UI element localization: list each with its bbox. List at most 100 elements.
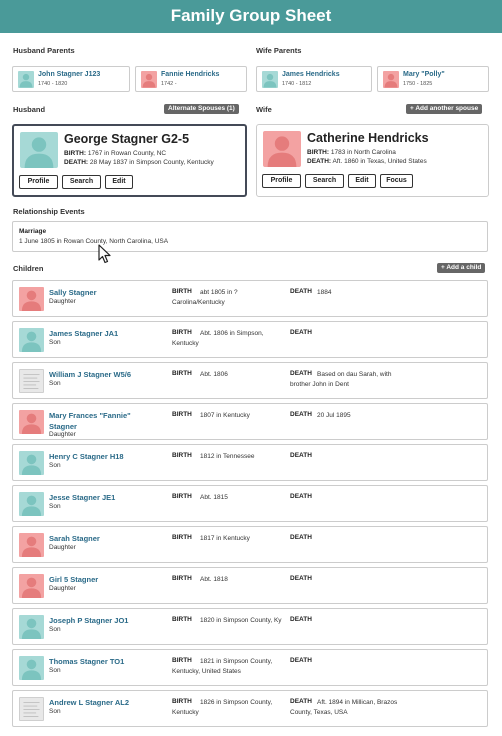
- search-button[interactable]: Search: [62, 175, 101, 189]
- parent-name[interactable]: Fannie Hendricks: [161, 71, 219, 78]
- photo-thumbnail-icon: [19, 369, 44, 393]
- avatar-icon: [262, 71, 278, 88]
- children-label: Children: [13, 264, 44, 273]
- add-spouse-button[interactable]: + Add another spouse: [406, 104, 483, 114]
- child-role: Son: [49, 667, 61, 674]
- birth-label: BIRTH:: [64, 150, 87, 157]
- photo-thumbnail-icon: [19, 697, 44, 721]
- child-name[interactable]: Andrew L Stagner AL2: [49, 697, 149, 708]
- child-row[interactable]: William J Stagner W5/6 Son BIRTH Abt. 1806 D…: [12, 362, 488, 399]
- child-row[interactable]: James Stagner JA1 Son BIRTH Abt. 1806 in Si…: [12, 321, 488, 358]
- death-label: DEATH:: [64, 159, 89, 166]
- birth-value: 1767 in Rowan County, NC: [87, 150, 167, 157]
- event-type: Marriage: [19, 228, 47, 235]
- avatar-icon: [263, 131, 301, 167]
- wife-name[interactable]: Catherine Hendricks: [307, 131, 429, 145]
- child-role: Daughter: [49, 585, 76, 592]
- avatar-icon: [383, 71, 399, 88]
- avatar-icon: [19, 656, 44, 680]
- birth-value: 1807 in Kentucky: [200, 412, 250, 419]
- child-name[interactable]: Sarah Stagner: [49, 533, 149, 544]
- birth-label: BIRTH:: [307, 149, 330, 156]
- birth-value: Abt. 1806 in Simpson, Kentucky: [172, 330, 264, 347]
- child-name[interactable]: William J Stagner W5/6: [49, 369, 149, 380]
- child-row[interactable]: Joseph P Stagner JO1 Son BIRTH 1820 in Simp…: [12, 608, 488, 645]
- parent-dates: 1740 - 1812: [282, 81, 312, 87]
- profile-button[interactable]: Profile: [262, 174, 301, 188]
- death-label: DEATH: [290, 616, 312, 623]
- child-name[interactable]: Joseph P Stagner JO1: [49, 615, 149, 626]
- death-value: 28 May 1837 in Simpson County, Kentucky: [89, 159, 214, 166]
- child-row[interactable]: Jesse Stagner JE1 Son BIRTH Abt. 1815 DEATH: [12, 485, 488, 522]
- child-name[interactable]: Henry C Stagner H18: [49, 451, 149, 462]
- child-row[interactable]: Sarah Stagner Daughter BIRTH 1817 in Kentuc…: [12, 526, 488, 563]
- husband-label: Husband: [13, 105, 46, 114]
- child-role: Daughter: [49, 544, 76, 551]
- avatar-icon: [19, 451, 44, 475]
- birth-value: 1812 in Tennessee: [200, 453, 255, 460]
- child-name[interactable]: Girl 5 Stagner: [49, 574, 149, 585]
- birth-value: 1817 in Kentucky: [200, 535, 250, 542]
- avatar-icon: [141, 71, 157, 88]
- child-row[interactable]: Andrew L Stagner AL2 Son BIRTH 1826 in Simp…: [12, 690, 488, 727]
- husband-card[interactable]: George Stagner G2-5 BIRTH: 1767 in Rowan…: [12, 124, 247, 197]
- avatar-icon: [18, 71, 34, 88]
- child-name[interactable]: Jesse Stagner JE1: [49, 492, 149, 503]
- wife-label: Wife: [256, 105, 272, 114]
- avatar-icon: [19, 533, 44, 557]
- alternate-spouses-button[interactable]: Alternate Spouses (1): [164, 104, 239, 114]
- edit-button[interactable]: Edit: [105, 175, 133, 189]
- search-button[interactable]: Search: [305, 174, 344, 188]
- wife-father-card[interactable]: James Hendricks 1740 - 1812: [256, 66, 372, 92]
- child-row[interactable]: Mary Frances "Fannie" Stagner Daughter BIR…: [12, 403, 488, 440]
- event-details: 1 June 1805 in Rowan County, North Carol…: [19, 238, 169, 245]
- wife-death: DEATH: Aft. 1860 in Texas, United States: [307, 158, 427, 165]
- parent-name[interactable]: Mary "Polly": [403, 71, 445, 78]
- death-label: DEATH: [290, 657, 312, 664]
- marriage-event[interactable]: Marriage 1 June 1805 in Rowan County, No…: [12, 221, 488, 252]
- husband-name[interactable]: George Stagner G2-5: [64, 132, 189, 146]
- death-value: Aft. 1860 in Texas, United States: [332, 158, 427, 165]
- death-label: DEATH: [290, 493, 312, 500]
- avatar-icon: [19, 410, 44, 434]
- wife-card[interactable]: Catherine Hendricks BIRTH: 1783 in North…: [256, 124, 489, 197]
- mouse-pointer-icon: [98, 244, 111, 264]
- child-role: Daughter: [49, 431, 76, 438]
- child-row[interactable]: Girl 5 Stagner Daughter BIRTH Abt. 1818 DEAT…: [12, 567, 488, 604]
- wife-birth: BIRTH: 1783 in North Carolina: [307, 149, 396, 156]
- profile-button[interactable]: Profile: [19, 175, 58, 189]
- child-role: Son: [49, 626, 61, 633]
- husband-mother-card[interactable]: Fannie Hendricks 1742 -: [135, 66, 247, 92]
- death-label: DEATH: [290, 452, 312, 459]
- add-child-button[interactable]: + Add a child: [437, 263, 486, 273]
- death-value: 20 Jul 1895: [317, 412, 351, 419]
- child-name[interactable]: Sally Stagner: [49, 287, 149, 298]
- birth-value: Abt. 1815: [200, 494, 228, 501]
- birth-value: Abt. 1818: [200, 576, 228, 583]
- avatar-icon: [19, 328, 44, 352]
- husband-birth: BIRTH: 1767 in Rowan County, NC: [64, 150, 166, 157]
- child-role: Son: [49, 380, 61, 387]
- avatar-icon: [19, 615, 44, 639]
- child-row[interactable]: Henry C Stagner H18 Son BIRTH 1812 in Tenne…: [12, 444, 488, 481]
- child-row[interactable]: Sally Stagner Daughter BIRTH abt 1805 in ? …: [12, 280, 488, 317]
- child-role: Son: [49, 503, 61, 510]
- edit-button[interactable]: Edit: [348, 174, 376, 188]
- child-name[interactable]: James Stagner JA1: [49, 328, 149, 339]
- death-value: 1884: [317, 289, 332, 296]
- husband-father-card[interactable]: John Stagner J123 1740 - 1820: [12, 66, 130, 92]
- parent-dates: 1740 - 1820: [38, 81, 68, 87]
- avatar-icon: [19, 287, 44, 311]
- child-row[interactable]: Thomas Stagner TO1 Son BIRTH 1821 in Simpso…: [12, 649, 488, 686]
- wife-parents-label: Wife Parents: [256, 46, 302, 55]
- birth-value: abt 1805 in ? Carolina/Kentucky: [172, 289, 238, 306]
- wife-mother-card[interactable]: Mary "Polly" 1750 - 1825: [377, 66, 489, 92]
- child-name[interactable]: Thomas Stagner TO1: [49, 656, 149, 667]
- child-role: Son: [49, 708, 61, 715]
- death-label: DEATH: [290, 534, 312, 541]
- child-name[interactable]: Mary Frances "Fannie" Stagner: [49, 410, 149, 432]
- parent-name[interactable]: John Stagner J123: [38, 71, 100, 78]
- focus-button[interactable]: Focus: [380, 174, 413, 188]
- parent-name[interactable]: James Hendricks: [282, 71, 340, 78]
- child-role: Son: [49, 462, 61, 469]
